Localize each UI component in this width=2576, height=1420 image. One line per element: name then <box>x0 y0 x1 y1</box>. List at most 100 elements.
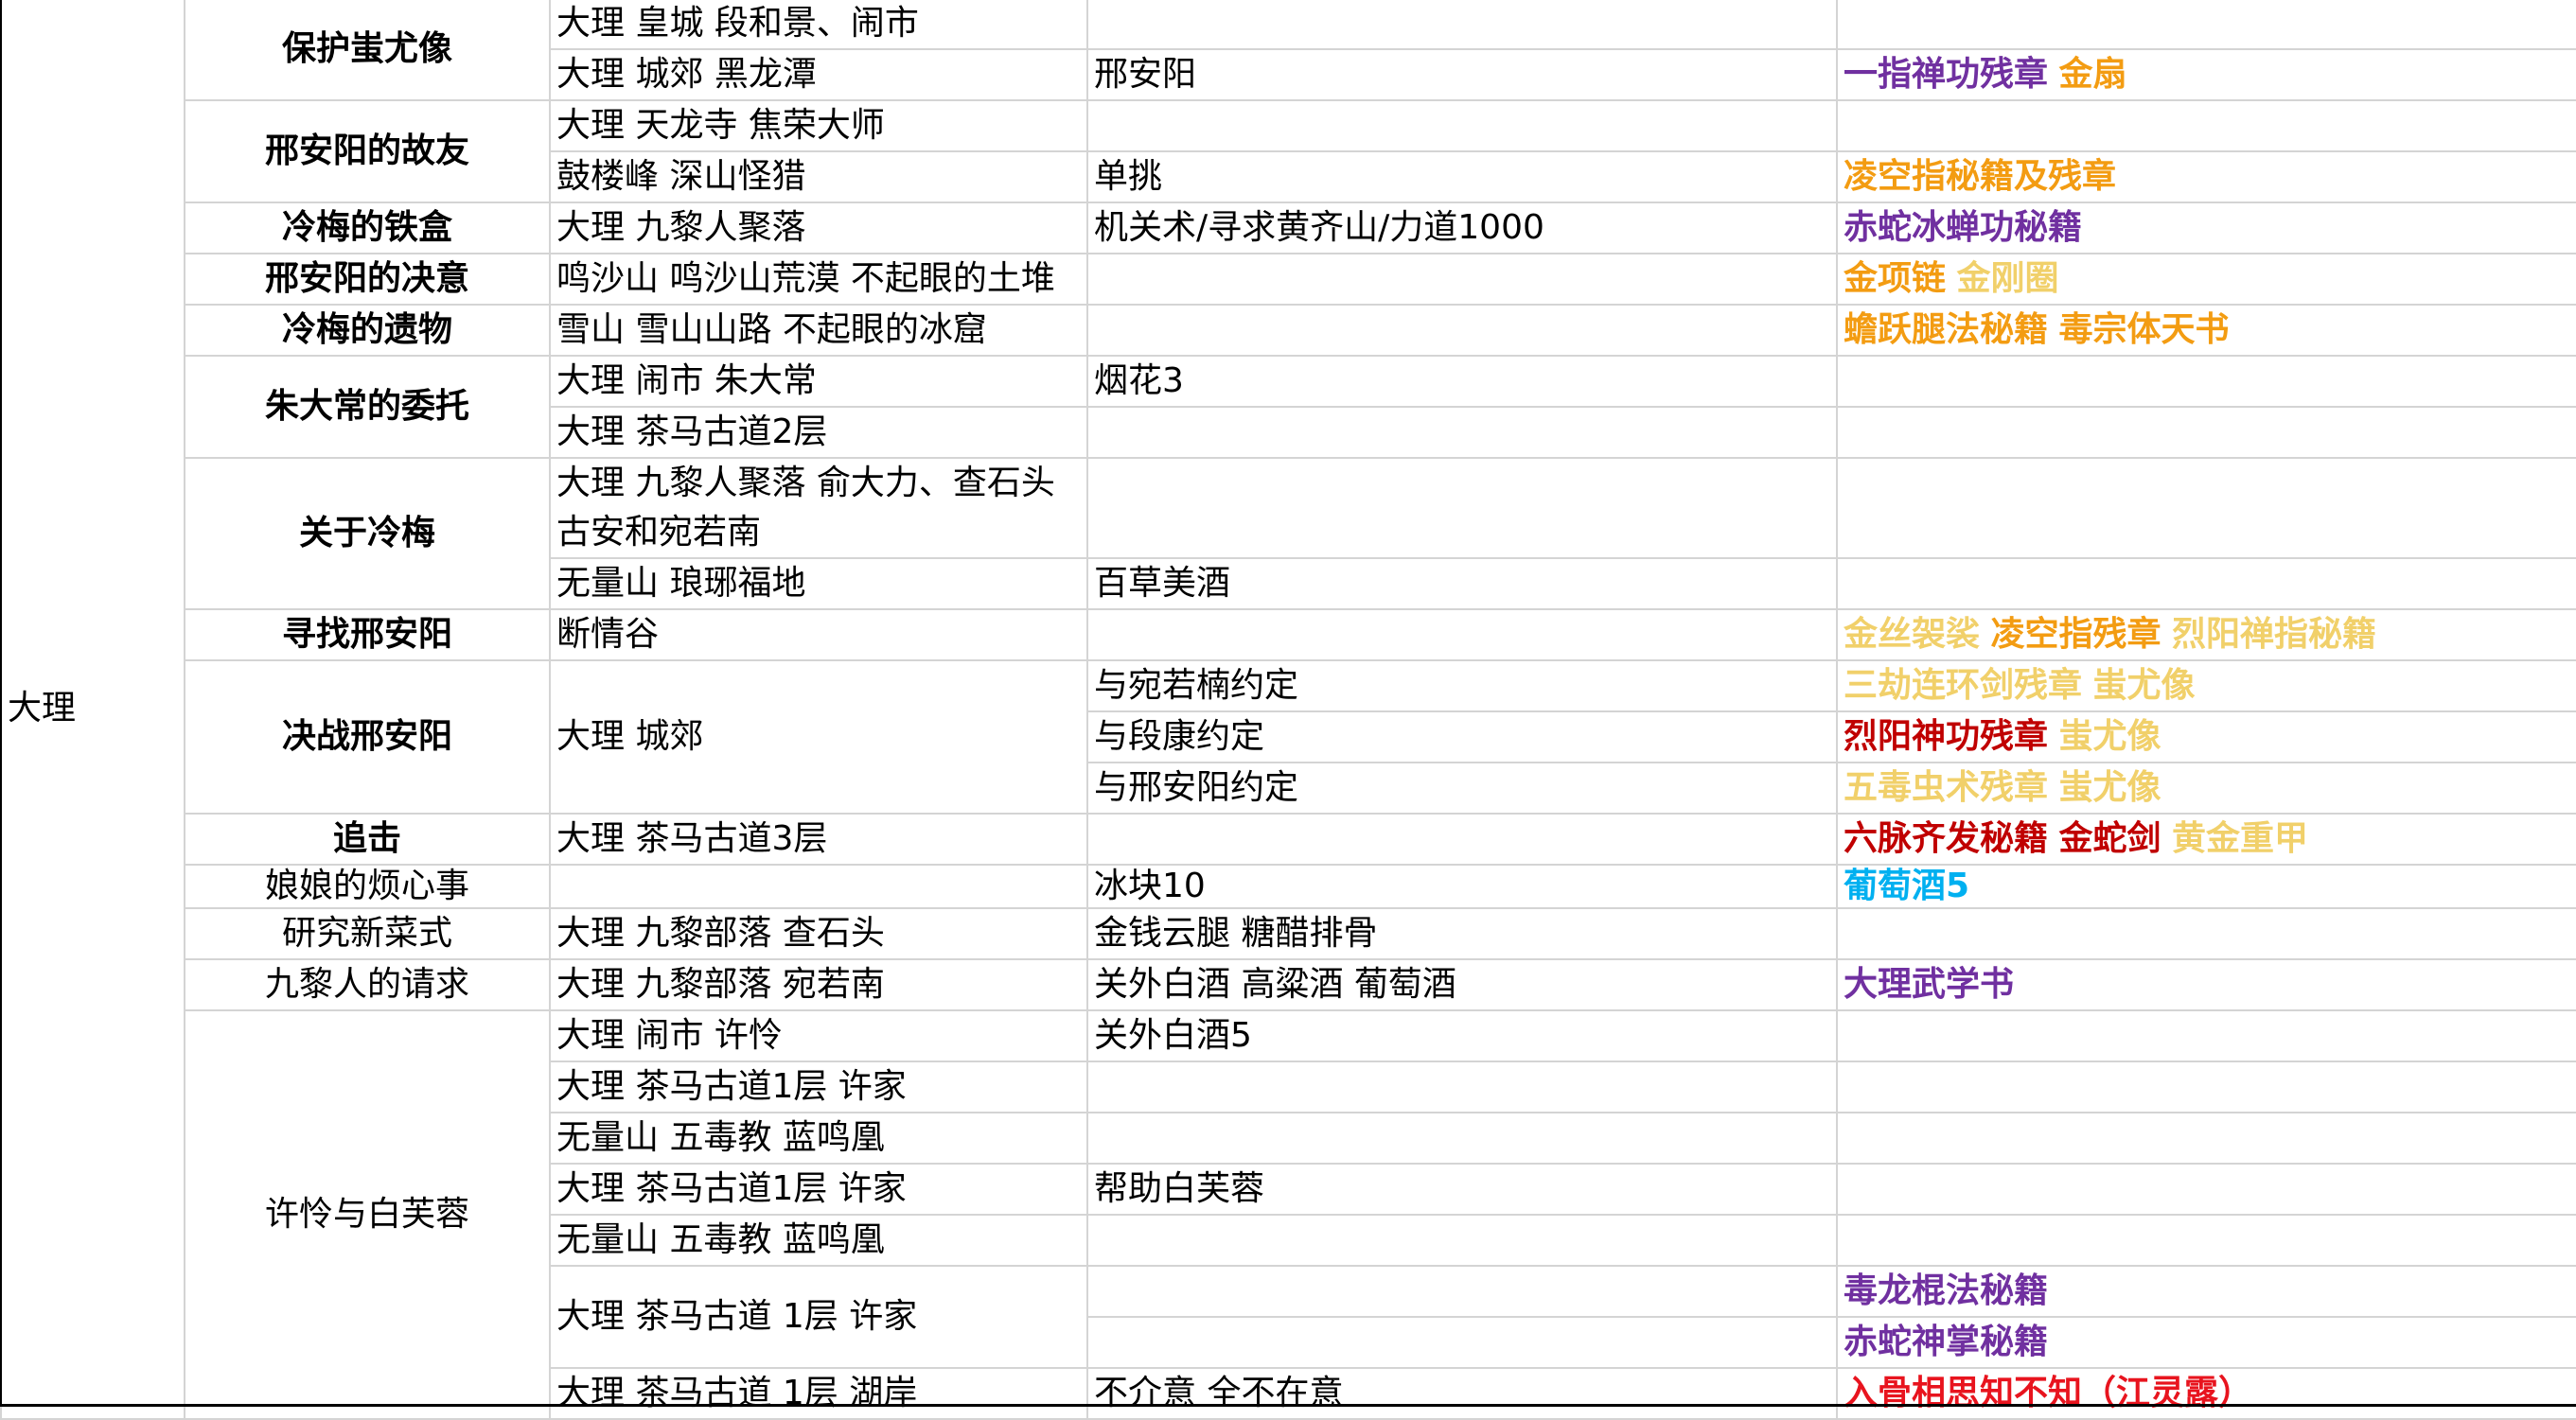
quest-name-cell[interactable]: 寻找邢安阳 <box>184 608 551 661</box>
reward-cell[interactable] <box>1836 406 2576 459</box>
reward-cell[interactable]: 一指禅功残章 金扇 <box>1836 48 2576 101</box>
condition-cell[interactable] <box>1086 304 1838 357</box>
condition-cell[interactable] <box>1086 1061 1838 1113</box>
condition-cell[interactable] <box>1086 608 1838 661</box>
quest-name-cell[interactable]: 九黎人的请求 <box>184 958 551 1011</box>
condition-cell[interactable]: 邢安阳 <box>1086 48 1838 101</box>
reward-cell[interactable] <box>1836 1163 2576 1216</box>
quest-name-cell[interactable]: 决战邢安阳 <box>184 659 551 815</box>
reward-cell[interactable] <box>1836 1112 2576 1165</box>
location-cell[interactable]: 断情谷 <box>549 608 1088 661</box>
reward-cell[interactable]: 葡萄酒5 <box>1836 864 2576 909</box>
location-cell[interactable]: 大理 茶马古道2层 <box>549 406 1088 459</box>
reward-cell[interactable]: 金丝袈裟 凌空指残章 烈阳禅指秘籍 <box>1836 608 2576 661</box>
quest-name-cell[interactable]: 研究新菜式 <box>184 907 551 960</box>
reward-cell[interactable] <box>1836 907 2576 960</box>
location-cell[interactable]: 无量山 五毒教 蓝鸣凰 <box>549 1214 1088 1267</box>
condition-cell[interactable]: 与段康约定 <box>1086 710 1838 763</box>
quest-name-cell[interactable]: 保护蚩尤像 <box>184 0 551 101</box>
location-cell[interactable]: 无量山 五毒教 蓝鸣凰 <box>549 1112 1088 1165</box>
reward-cell[interactable]: 赤蛇神掌秘籍 <box>1836 1316 2576 1369</box>
condition-cell[interactable] <box>1086 0 1838 50</box>
condition-cell[interactable] <box>1086 1214 1838 1267</box>
reward-cell[interactable]: 赤蛇冰蝉功秘籍 <box>1836 202 2576 254</box>
condition-cell[interactable]: 与邢安阳约定 <box>1086 762 1838 815</box>
reward-cell[interactable]: 金项链 金刚圈 <box>1836 253 2576 306</box>
location-cell[interactable]: 无量山 琅琊福地 <box>549 557 1088 610</box>
quest-name-cell[interactable]: 冷梅的遗物 <box>184 304 551 357</box>
location-line: 大理 九黎人聚落 俞大力、查石头 <box>556 464 1055 502</box>
condition-cell[interactable]: 关外白酒 高粱酒 葡萄酒 <box>1086 958 1838 1011</box>
location-cell[interactable]: 大理 闹市 朱大常 <box>549 355 1088 408</box>
condition-cell[interactable]: 关外白酒5 <box>1086 1009 1838 1062</box>
condition-cell[interactable]: 单挑 <box>1086 150 1838 203</box>
location-cell[interactable]: 大理 城郊 <box>549 659 1088 815</box>
location-cell[interactable]: 雪山 雪山山路 不起眼的冰窟 <box>549 304 1088 357</box>
location-cell[interactable]: 大理 茶马古道 1层 湖岸 <box>549 1367 1088 1420</box>
location-cell[interactable]: 大理 闹市 许怜 <box>549 1009 1088 1062</box>
reward-cell[interactable]: 凌空指秘籍及残章 <box>1836 150 2576 203</box>
reward-cell[interactable]: 五毒虫术残章 蚩尤像 <box>1836 762 2576 815</box>
location-cell[interactable]: 鼓楼峰 深山怪猎 <box>549 150 1088 203</box>
condition-cell[interactable]: 帮助白芙蓉 <box>1086 1163 1838 1216</box>
table-row: 研究新菜式 大理 九黎部落 查石头 金钱云腿 糖醋排骨 <box>1 907 2576 960</box>
reward-item: 凌空指残章 <box>1990 615 2161 654</box>
reward-cell[interactable] <box>1836 1061 2576 1113</box>
quest-name-cell[interactable]: 娘娘的烦心事 <box>184 864 551 909</box>
table-row: 决战邢安阳 大理 城郊 与宛若楠约定 三劫连环剑残章 蚩尤像 <box>1 659 2576 815</box>
reward-cell[interactable]: 大理武学书 <box>1836 958 2576 1011</box>
quest-name-cell[interactable]: 许怜与白芙蓉 <box>184 1009 551 1420</box>
reward-cell[interactable] <box>1836 457 2576 559</box>
table-row: 大理 保护蚩尤像 大理 皇城 段和景、闹市 <box>0 0 2576 1420</box>
condition-cell[interactable] <box>1086 406 1838 459</box>
location-cell[interactable] <box>549 864 1088 909</box>
condition-cell[interactable] <box>1086 457 1838 559</box>
reward-cell[interactable]: 毒龙棍法秘籍 <box>1836 1265 2576 1318</box>
quest-name-cell[interactable]: 邢安阳的故友 <box>184 99 551 203</box>
location-cell[interactable]: 大理 茶马古道1层 许家 <box>549 1163 1088 1216</box>
reward-cell[interactable]: 三劫连环剑残章 蚩尤像 <box>1836 659 2576 712</box>
reward-cell[interactable]: 烈阳神功残章 蚩尤像 <box>1836 710 2576 763</box>
region-cell[interactable]: 大理 <box>0 0 185 1420</box>
location-cell[interactable]: 大理 城郊 黑龙潭 <box>549 48 1088 101</box>
condition-cell[interactable] <box>1086 253 1838 306</box>
reward-cell[interactable]: 六脉齐发秘籍 金蛇剑 黄金重甲 <box>1836 813 2576 866</box>
condition-cell[interactable]: 机关术/寻求黄齐山/力道1000 <box>1086 202 1838 254</box>
condition-cell[interactable] <box>1086 1265 1838 1318</box>
location-cell[interactable]: 大理 茶马古道3层 <box>549 813 1088 866</box>
condition-cell[interactable]: 不介意 全不在意 <box>1086 1367 1838 1420</box>
reward-cell[interactable] <box>1836 557 2576 610</box>
location-cell[interactable]: 大理 皇城 段和景、闹市 <box>549 0 1088 50</box>
condition-cell[interactable] <box>1086 1112 1838 1165</box>
reward-cell[interactable] <box>1836 1009 2576 1062</box>
reward-cell[interactable] <box>1836 99 2576 152</box>
quest-name-cell[interactable]: 冷梅的铁盒 <box>184 202 551 254</box>
reward-cell[interactable] <box>1836 0 2576 50</box>
location-cell[interactable]: 鸣沙山 鸣沙山荒漠 不起眼的土堆 <box>549 253 1088 306</box>
condition-cell[interactable]: 金钱云腿 糖醋排骨 <box>1086 907 1838 960</box>
reward-item: 蚩尤像 <box>2058 717 2161 756</box>
reward-item: 毒龙棍法秘籍 <box>1844 1271 2049 1310</box>
condition-cell[interactable]: 与宛若楠约定 <box>1086 659 1838 712</box>
reward-cell[interactable]: 蟾跃腿法秘籍 毒宗体天书 <box>1836 304 2576 357</box>
quest-name-cell[interactable]: 关于冷梅 <box>184 457 551 610</box>
location-cell[interactable]: 大理 九黎人聚落 <box>549 202 1088 254</box>
location-cell[interactable]: 大理 九黎部落 查石头 <box>549 907 1088 960</box>
condition-cell[interactable] <box>1086 1316 1838 1369</box>
condition-cell[interactable]: 百草美酒 <box>1086 557 1838 610</box>
location-cell[interactable]: 大理 茶马古道 1层 许家 <box>549 1265 1088 1369</box>
location-cell[interactable]: 大理 九黎人聚落 俞大力、查石头 古安和宛若南 <box>549 457 1088 559</box>
condition-cell[interactable] <box>1086 99 1838 152</box>
reward-cell[interactable]: 入骨相思知不知（江灵露） <box>1836 1367 2576 1420</box>
condition-cell[interactable]: 烟花3 <box>1086 355 1838 408</box>
location-cell[interactable]: 大理 天龙寺 焦荣大师 <box>549 99 1088 152</box>
quest-name-cell[interactable]: 追击 <box>184 813 551 866</box>
quest-name-cell[interactable]: 邢安阳的决意 <box>184 253 551 306</box>
condition-cell[interactable]: 冰块10 <box>1086 864 1838 909</box>
location-cell[interactable]: 大理 九黎部落 宛若南 <box>549 958 1088 1011</box>
reward-cell[interactable] <box>1836 1214 2576 1267</box>
location-cell[interactable]: 大理 茶马古道1层 许家 <box>549 1061 1088 1113</box>
reward-cell[interactable] <box>1836 355 2576 408</box>
condition-cell[interactable] <box>1086 813 1838 866</box>
quest-name-cell[interactable]: 朱大常的委托 <box>184 355 551 459</box>
